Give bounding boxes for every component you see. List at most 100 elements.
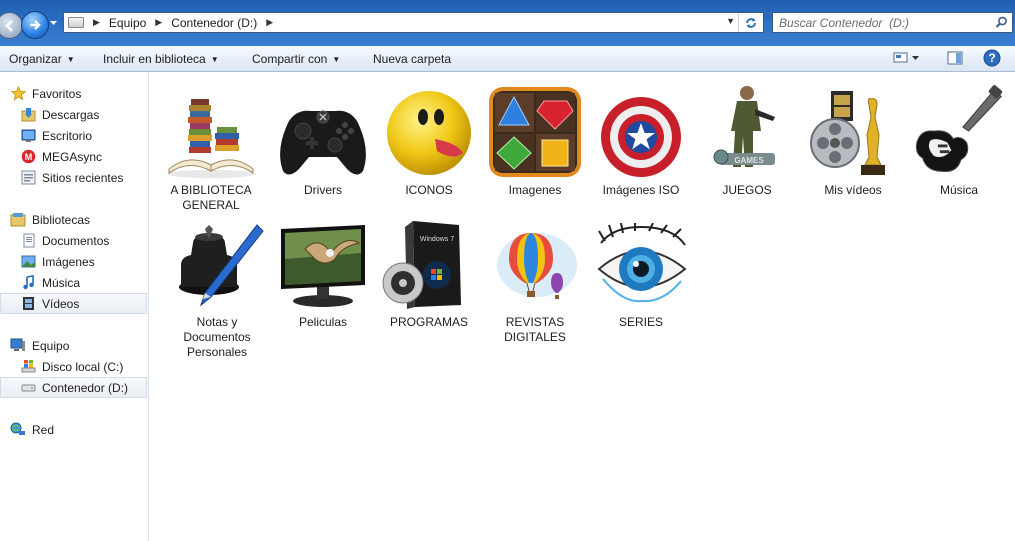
- folder-peliculas[interactable]: Peliculas: [271, 215, 375, 330]
- organize-menu-button[interactable]: Organizar ▼: [9, 52, 75, 66]
- folder-label: Peliculas: [298, 315, 348, 329]
- folder-revistas-digitales[interactable]: REVISTAS DIGITALES: [483, 215, 587, 345]
- svg-text:Windows 7: Windows 7: [420, 236, 454, 243]
- soldier-icon: GAMES: [699, 83, 795, 179]
- address-dropdown-icon[interactable]: ▼: [726, 16, 735, 26]
- folder-iconos[interactable]: ICONOS: [377, 83, 481, 198]
- svg-text:M: M: [24, 152, 32, 162]
- sidebar-item-label: Descargas: [42, 107, 100, 122]
- new-folder-label: Nueva carpeta: [373, 52, 452, 66]
- file-list-view: A BIBLIOTECA GENERAL Drivers ICONOS Imag…: [150, 72, 1015, 541]
- sidebar-item-imagenes[interactable]: Imágenes: [0, 251, 147, 272]
- network-icon: [10, 422, 26, 438]
- folder-label: Música: [939, 183, 978, 197]
- new-folder-button[interactable]: Nueva carpeta: [373, 52, 451, 66]
- libraries-icon: [10, 212, 26, 228]
- search-icon[interactable]: [995, 16, 1008, 29]
- captain-america-shield-icon: [593, 83, 689, 179]
- folder-series[interactable]: SERIES: [589, 215, 693, 330]
- back-arrow-icon: [4, 19, 13, 32]
- recent-pages-dropdown-icon[interactable]: [49, 18, 58, 28]
- pictures-icon: [20, 254, 36, 270]
- sidebar-item-label: Documentos: [42, 233, 110, 248]
- back-button[interactable]: [0, 12, 23, 39]
- breadcrumb-equipo[interactable]: Equipo: [109, 16, 146, 30]
- folder-label: Notas y Documentos Personales: [183, 315, 251, 359]
- search-box[interactable]: [772, 12, 1013, 33]
- sidebar-group-computer[interactable]: Equipo: [0, 335, 147, 356]
- sidebar-item-descargas[interactable]: Descargas: [0, 104, 147, 125]
- sidebar-item-sitios-recientes[interactable]: Sitios recientes: [0, 167, 147, 188]
- sidebar-item-contenedor[interactable]: Contenedor (D:): [0, 377, 147, 398]
- downloads-folder-icon: [20, 107, 36, 123]
- sidebar-group-label: Favoritos: [32, 86, 82, 101]
- folder-label: JUEGOS: [722, 183, 772, 197]
- folder-a-biblioteca-general[interactable]: A BIBLIOTECA GENERAL: [159, 83, 263, 213]
- address-field[interactable]: ▶ Equipo ▶ Contenedor (D:) ▶ ▼: [63, 12, 764, 33]
- chevron-down-icon: ▼: [332, 55, 341, 64]
- help-button[interactable]: ?: [983, 49, 1001, 70]
- video-film-icon: [20, 296, 36, 312]
- folder-label: A BIBLIOTECA GENERAL: [170, 183, 252, 212]
- refresh-button[interactable]: [738, 13, 763, 32]
- sidebar-item-disco-local[interactable]: Disco local (C:): [0, 356, 147, 377]
- folder-programas[interactable]: Windows 7 PROGRAMAS: [377, 215, 481, 330]
- search-input[interactable]: [779, 15, 984, 30]
- folder-drivers[interactable]: Drivers: [271, 83, 375, 198]
- folder-label: ICONOS: [405, 183, 453, 197]
- breadcrumb-separator-icon[interactable]: ▶: [155, 17, 162, 28]
- folder-label: SERIES: [618, 315, 663, 329]
- eye-icon: [593, 215, 689, 311]
- xbox-controller-icon: [275, 83, 371, 179]
- gems-icon: [487, 83, 583, 179]
- sidebar-item-label: Vídeos: [42, 296, 80, 311]
- folder-label: Imagenes: [508, 183, 562, 197]
- desktop-icon: [20, 128, 36, 144]
- breadcrumb-separator-icon[interactable]: ▶: [266, 17, 273, 28]
- sidebar-item-musica[interactable]: Música: [0, 272, 147, 293]
- sidebar-group-network[interactable]: Red: [0, 419, 147, 440]
- chevron-down-icon: ▼: [210, 55, 219, 64]
- chevron-down-icon: ▼: [66, 55, 75, 64]
- help-icon: ?: [983, 49, 1001, 67]
- folder-notas-documentos[interactable]: Notas y Documentos Personales: [165, 215, 269, 360]
- monitor-eagle-icon: [275, 215, 371, 311]
- sidebar-item-videos[interactable]: Vídeos: [0, 293, 147, 314]
- film-reel-oscar-icon: [805, 83, 901, 179]
- breadcrumb-separator-icon[interactable]: ▶: [93, 17, 100, 28]
- folder-label: Imágenes ISO: [602, 183, 680, 197]
- documents-icon: [20, 233, 36, 249]
- breadcrumb-contenedor[interactable]: Contenedor (D:): [171, 16, 257, 30]
- folder-mis-videos[interactable]: Mis vídeos: [801, 83, 905, 198]
- svg-text:?: ?: [988, 51, 995, 65]
- book-stack-icon: [163, 83, 259, 179]
- include-library-label: Incluir en biblioteca: [103, 52, 206, 66]
- address-bar-area: ▶ Equipo ▶ Contenedor (D:) ▶ ▼: [0, 0, 1015, 46]
- drive-icon: [68, 17, 84, 28]
- share-with-label: Compartir con: [252, 52, 328, 66]
- include-library-menu-button[interactable]: Incluir en biblioteca ▼: [103, 52, 219, 66]
- forward-arrow-icon: [30, 20, 41, 30]
- sidebar-item-label: Escritorio: [42, 128, 93, 143]
- sidebar-item-label: Disco local (C:): [42, 359, 124, 374]
- recent-places-icon: [20, 170, 36, 186]
- sidebar-group-favorites[interactable]: Favoritos: [0, 83, 147, 104]
- preview-pane-button[interactable]: [947, 50, 963, 69]
- folder-imagenes-iso[interactable]: Imágenes ISO: [589, 83, 693, 198]
- electric-guitar-icon: [911, 83, 1007, 179]
- folder-musica[interactable]: Música: [907, 83, 1011, 198]
- folder-imagenes[interactable]: Imagenes: [483, 83, 587, 198]
- folder-juegos[interactable]: GAMES JUEGOS: [695, 83, 799, 198]
- computer-icon: [10, 338, 26, 354]
- music-note-icon: [20, 275, 36, 291]
- sidebar-item-escritorio[interactable]: Escritorio: [0, 125, 147, 146]
- share-with-menu-button[interactable]: Compartir con ▼: [252, 52, 340, 66]
- sidebar-item-megasync[interactable]: M MEGAsync: [0, 146, 147, 167]
- sidebar-item-label: Sitios recientes: [42, 170, 124, 185]
- sidebar-group-libraries[interactable]: Bibliotecas: [0, 209, 147, 230]
- sidebar-item-documentos[interactable]: Documentos: [0, 230, 147, 251]
- navigation-pane: Favoritos Descargas Escritorio M MEGAsyn…: [0, 72, 149, 541]
- change-view-button[interactable]: [893, 50, 921, 69]
- forward-button[interactable]: [21, 11, 49, 39]
- preview-pane-icon: [947, 51, 963, 65]
